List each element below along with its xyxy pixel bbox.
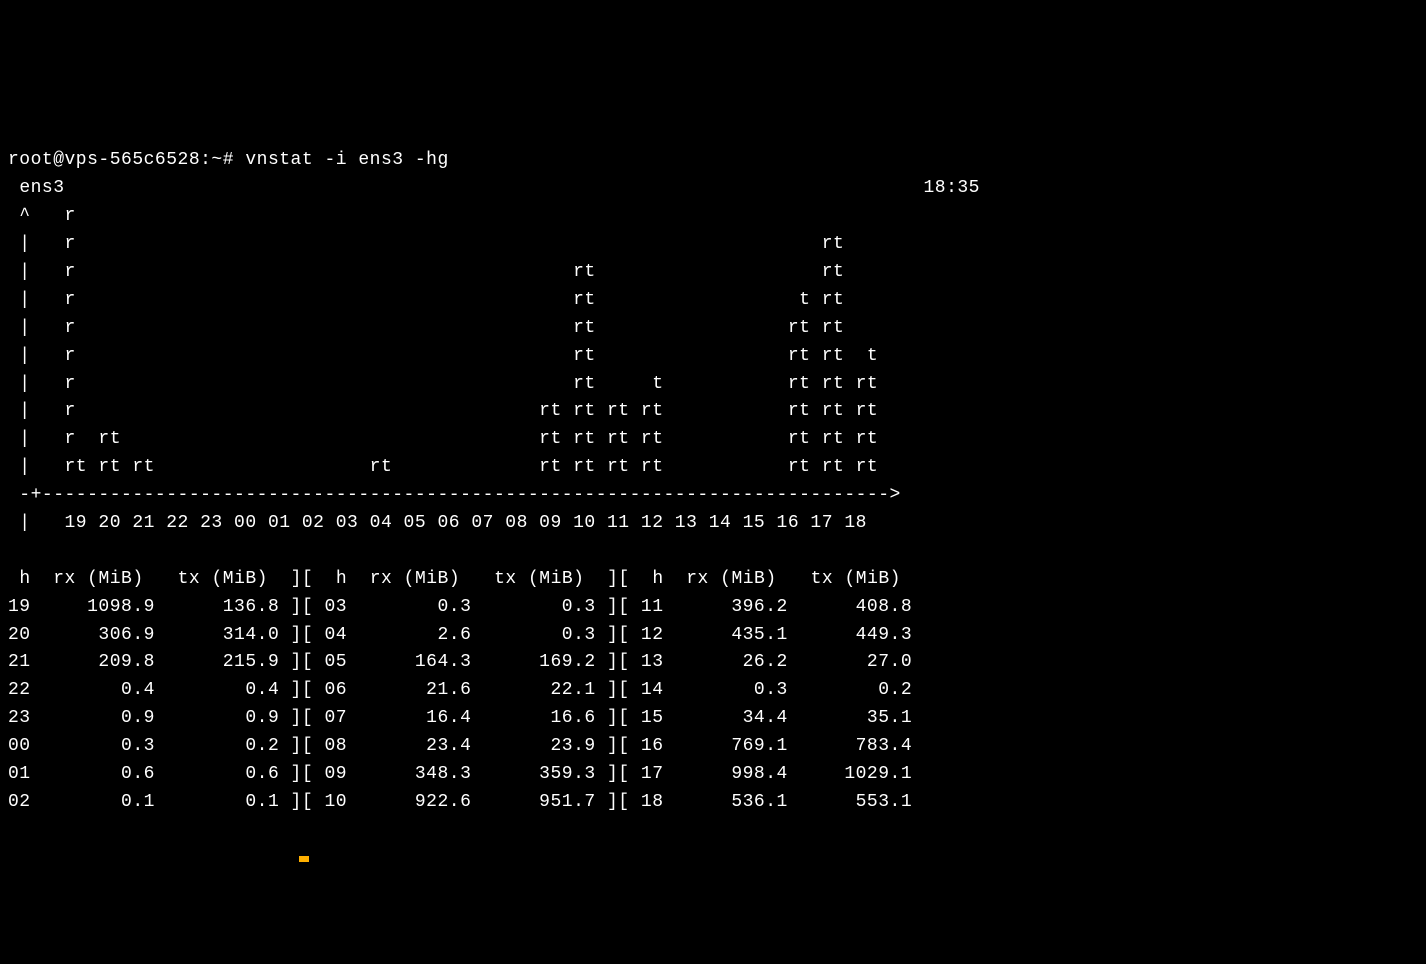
shell-prompt[interactable]: root@vps-565c6528:~# vnstat -i ens3 -hg bbox=[8, 150, 449, 170]
chart-row: | r rt rt rt t bbox=[8, 346, 878, 366]
col-rx: rx (MiB) bbox=[370, 569, 460, 589]
chart-row: ^ r bbox=[8, 206, 76, 226]
table-header-row: h rx (MiB) tx (MiB) ][ h rx (MiB) tx (Mi… bbox=[8, 569, 901, 589]
col-rx: rx (MiB) bbox=[53, 569, 143, 589]
chart-row: | r rt rt rt bbox=[8, 318, 844, 338]
col-tx: tx (MiB) bbox=[494, 569, 584, 589]
chart-axis: -+--------------------------------------… bbox=[8, 485, 901, 505]
chart-hours: | 19 20 21 22 23 00 01 02 03 04 05 06 07… bbox=[8, 513, 867, 533]
chart-row: | r rt bbox=[8, 234, 844, 254]
chart-row: | r rt rt rt rt rt rt rt rt bbox=[8, 429, 878, 449]
col-sep: ][ bbox=[291, 569, 314, 589]
col-h: h bbox=[652, 569, 663, 589]
cursor bbox=[299, 856, 309, 862]
header-line: ens3 18:35 bbox=[8, 178, 980, 198]
col-tx: tx (MiB) bbox=[178, 569, 268, 589]
col-h: h bbox=[336, 569, 347, 589]
col-tx: tx (MiB) bbox=[811, 569, 901, 589]
table-body: 19 1098.9 136.8 ][ 03 0.3 0.3 ][ 11 396.… bbox=[8, 594, 1418, 817]
col-sep: ][ bbox=[607, 569, 630, 589]
chart-row: | r rt t rt bbox=[8, 290, 844, 310]
col-h: h bbox=[19, 569, 30, 589]
chart-row: | r rt t rt rt rt bbox=[8, 374, 878, 394]
current-time: 18:35 bbox=[923, 178, 980, 198]
col-rx: rx (MiB) bbox=[686, 569, 776, 589]
interface-name: ens3 bbox=[19, 178, 64, 198]
chart-row: | r rt rt rt rt rt rt rt bbox=[8, 401, 878, 421]
chart-row: | rt rt rt rt rt rt rt rt rt rt rt bbox=[8, 457, 878, 477]
chart-row: | r rt rt bbox=[8, 262, 844, 282]
terminal-output: root@vps-565c6528:~# vnstat -i ens3 -hg … bbox=[8, 120, 1418, 817]
